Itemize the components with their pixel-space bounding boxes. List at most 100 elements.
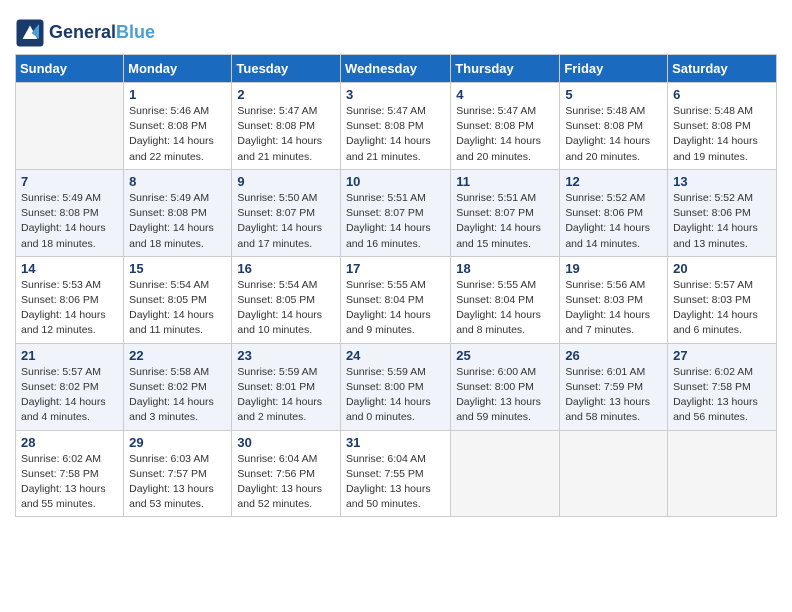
- day-number: 21: [21, 348, 118, 363]
- day-info: Sunrise: 6:01 AMSunset: 7:59 PMDaylight:…: [565, 365, 662, 426]
- day-number: 28: [21, 435, 118, 450]
- day-header-tuesday: Tuesday: [232, 55, 341, 83]
- day-header-friday: Friday: [560, 55, 668, 83]
- day-number: 8: [129, 174, 226, 189]
- day-info: Sunrise: 5:54 AMSunset: 8:05 PMDaylight:…: [129, 278, 226, 339]
- day-header-sunday: Sunday: [16, 55, 124, 83]
- day-number: 12: [565, 174, 662, 189]
- day-number: 13: [673, 174, 771, 189]
- calendar-cell: 20 Sunrise: 5:57 AMSunset: 8:03 PMDayligh…: [668, 256, 777, 343]
- day-info: Sunrise: 5:55 AMSunset: 8:04 PMDaylight:…: [346, 278, 445, 339]
- day-info: Sunrise: 5:46 AMSunset: 8:08 PMDaylight:…: [129, 104, 226, 165]
- day-number: 11: [456, 174, 554, 189]
- day-info: Sunrise: 5:51 AMSunset: 8:07 PMDaylight:…: [346, 191, 445, 252]
- day-number: 5: [565, 87, 662, 102]
- day-info: Sunrise: 6:00 AMSunset: 8:00 PMDaylight:…: [456, 365, 554, 426]
- week-row: 1 Sunrise: 5:46 AMSunset: 8:08 PMDaylight…: [16, 83, 777, 170]
- day-info: Sunrise: 5:59 AMSunset: 8:00 PMDaylight:…: [346, 365, 445, 426]
- calendar-cell: 1 Sunrise: 5:46 AMSunset: 8:08 PMDaylight…: [124, 83, 232, 170]
- day-number: 26: [565, 348, 662, 363]
- calendar-cell: 12 Sunrise: 5:52 AMSunset: 8:06 PMDayligh…: [560, 169, 668, 256]
- logo: GeneralBlue: [15, 18, 155, 48]
- day-info: Sunrise: 5:57 AMSunset: 8:02 PMDaylight:…: [21, 365, 118, 426]
- day-number: 31: [346, 435, 445, 450]
- day-info: Sunrise: 5:47 AMSunset: 8:08 PMDaylight:…: [456, 104, 554, 165]
- day-header-thursday: Thursday: [451, 55, 560, 83]
- day-info: Sunrise: 5:49 AMSunset: 8:08 PMDaylight:…: [129, 191, 226, 252]
- day-info: Sunrise: 5:48 AMSunset: 8:08 PMDaylight:…: [565, 104, 662, 165]
- calendar-cell: 31 Sunrise: 6:04 AMSunset: 7:55 PMDayligh…: [340, 430, 450, 517]
- day-info: Sunrise: 5:47 AMSunset: 8:08 PMDaylight:…: [237, 104, 335, 165]
- calendar-cell: 23 Sunrise: 5:59 AMSunset: 8:01 PMDayligh…: [232, 343, 341, 430]
- calendar-cell: 11 Sunrise: 5:51 AMSunset: 8:07 PMDayligh…: [451, 169, 560, 256]
- calendar-cell: 26 Sunrise: 6:01 AMSunset: 7:59 PMDayligh…: [560, 343, 668, 430]
- calendar-cell: 30 Sunrise: 6:04 AMSunset: 7:56 PMDayligh…: [232, 430, 341, 517]
- day-info: Sunrise: 6:04 AMSunset: 7:56 PMDaylight:…: [237, 452, 335, 513]
- calendar-cell: [16, 83, 124, 170]
- day-number: 14: [21, 261, 118, 276]
- day-info: Sunrise: 5:59 AMSunset: 8:01 PMDaylight:…: [237, 365, 335, 426]
- calendar-cell: 7Sunrise: 5:49 AMSunset: 8:08 PMDaylight…: [16, 169, 124, 256]
- day-number: 22: [129, 348, 226, 363]
- day-number: 20: [673, 261, 771, 276]
- day-info: Sunrise: 5:51 AMSunset: 8:07 PMDaylight:…: [456, 191, 554, 252]
- calendar-cell: 17 Sunrise: 5:55 AMSunset: 8:04 PMDayligh…: [340, 256, 450, 343]
- calendar-cell: 4 Sunrise: 5:47 AMSunset: 8:08 PMDaylight…: [451, 83, 560, 170]
- day-number: 1: [129, 87, 226, 102]
- day-number: 30: [237, 435, 335, 450]
- day-info: Sunrise: 6:04 AMSunset: 7:55 PMDaylight:…: [346, 452, 445, 513]
- calendar-cell: [451, 430, 560, 517]
- calendar-cell: [668, 430, 777, 517]
- week-row: 7 Sunrise: 5:49 AMSunset: 8:08 PMDaylight…: [16, 169, 777, 256]
- calendar-cell: 9Sunrise: 5:50 AMSunset: 8:07 PMDaylight…: [232, 169, 341, 256]
- day-number: 4: [456, 87, 554, 102]
- day-number: 18: [456, 261, 554, 276]
- calendar-cell: 27 Sunrise: 6:02 AMSunset: 7:58 PMDayligh…: [668, 343, 777, 430]
- day-info: Sunrise: 6:03 AMSunset: 7:57 PMDaylight:…: [129, 452, 226, 513]
- calendar-cell: 16Sunrise: 5:54 AMSunset: 8:05 PMDayligh…: [232, 256, 341, 343]
- calendar-cell: 2 Sunrise: 5:47 AMSunset: 8:08 PMDaylight…: [232, 83, 341, 170]
- day-info: Sunrise: 5:58 AMSunset: 8:02 PMDaylight:…: [129, 365, 226, 426]
- week-row: 21 Sunrise: 5:57 AMSunset: 8:02 PMDayligh…: [16, 343, 777, 430]
- calendar-cell: 14 Sunrise: 5:53 AMSunset: 8:06 PMDayligh…: [16, 256, 124, 343]
- day-header-wednesday: Wednesday: [340, 55, 450, 83]
- day-number: 2: [237, 87, 335, 102]
- day-header-saturday: Saturday: [668, 55, 777, 83]
- day-number: 24: [346, 348, 445, 363]
- day-info: Sunrise: 5:56 AMSunset: 8:03 PMDaylight:…: [565, 278, 662, 339]
- calendar-cell: 5 Sunrise: 5:48 AMSunset: 8:08 PMDaylight…: [560, 83, 668, 170]
- day-number: 27: [673, 348, 771, 363]
- logo-icon: [15, 18, 45, 48]
- calendar-table: SundayMondayTuesdayWednesdayThursdayFrid…: [15, 54, 777, 517]
- calendar-cell: 10Sunrise: 5:51 AMSunset: 8:07 PMDayligh…: [340, 169, 450, 256]
- calendar-cell: 21 Sunrise: 5:57 AMSunset: 8:02 PMDayligh…: [16, 343, 124, 430]
- day-number: 17: [346, 261, 445, 276]
- day-info: Sunrise: 5:52 AMSunset: 8:06 PMDaylight:…: [673, 191, 771, 252]
- day-number: 23: [237, 348, 335, 363]
- week-row: 14 Sunrise: 5:53 AMSunset: 8:06 PMDayligh…: [16, 256, 777, 343]
- calendar-cell: 3 Sunrise: 5:47 AMSunset: 8:08 PMDaylight…: [340, 83, 450, 170]
- day-info: Sunrise: 5:54 AMSunset: 8:05 PMDaylight:…: [237, 278, 335, 339]
- day-number: 7: [21, 174, 118, 189]
- day-info: Sunrise: 6:02 AMSunset: 7:58 PMDaylight:…: [673, 365, 771, 426]
- day-info: Sunrise: 6:02 AMSunset: 7:58 PMDaylight:…: [21, 452, 118, 513]
- day-info: Sunrise: 5:53 AMSunset: 8:06 PMDaylight:…: [21, 278, 118, 339]
- calendar-header-row: SundayMondayTuesdayWednesdayThursdayFrid…: [16, 55, 777, 83]
- day-info: Sunrise: 5:52 AMSunset: 8:06 PMDaylight:…: [565, 191, 662, 252]
- calendar-cell: 18Sunrise: 5:55 AMSunset: 8:04 PMDayligh…: [451, 256, 560, 343]
- logo-text: GeneralBlue: [49, 23, 155, 43]
- calendar-cell: 22 Sunrise: 5:58 AMSunset: 8:02 PMDayligh…: [124, 343, 232, 430]
- day-info: Sunrise: 5:50 AMSunset: 8:07 PMDaylight:…: [237, 191, 335, 252]
- day-info: Sunrise: 5:47 AMSunset: 8:08 PMDaylight:…: [346, 104, 445, 165]
- week-row: 28 Sunrise: 6:02 AMSunset: 7:58 PMDayligh…: [16, 430, 777, 517]
- day-number: 29: [129, 435, 226, 450]
- day-header-monday: Monday: [124, 55, 232, 83]
- day-info: Sunrise: 5:48 AMSunset: 8:08 PMDaylight:…: [673, 104, 771, 165]
- calendar-cell: 29 Sunrise: 6:03 AMSunset: 7:57 PMDayligh…: [124, 430, 232, 517]
- calendar-cell: 24 Sunrise: 5:59 AMSunset: 8:00 PMDayligh…: [340, 343, 450, 430]
- day-number: 15: [129, 261, 226, 276]
- day-number: 3: [346, 87, 445, 102]
- day-info: Sunrise: 5:57 AMSunset: 8:03 PMDaylight:…: [673, 278, 771, 339]
- calendar-cell: 15 Sunrise: 5:54 AMSunset: 8:05 PMDayligh…: [124, 256, 232, 343]
- header: GeneralBlue: [15, 10, 777, 48]
